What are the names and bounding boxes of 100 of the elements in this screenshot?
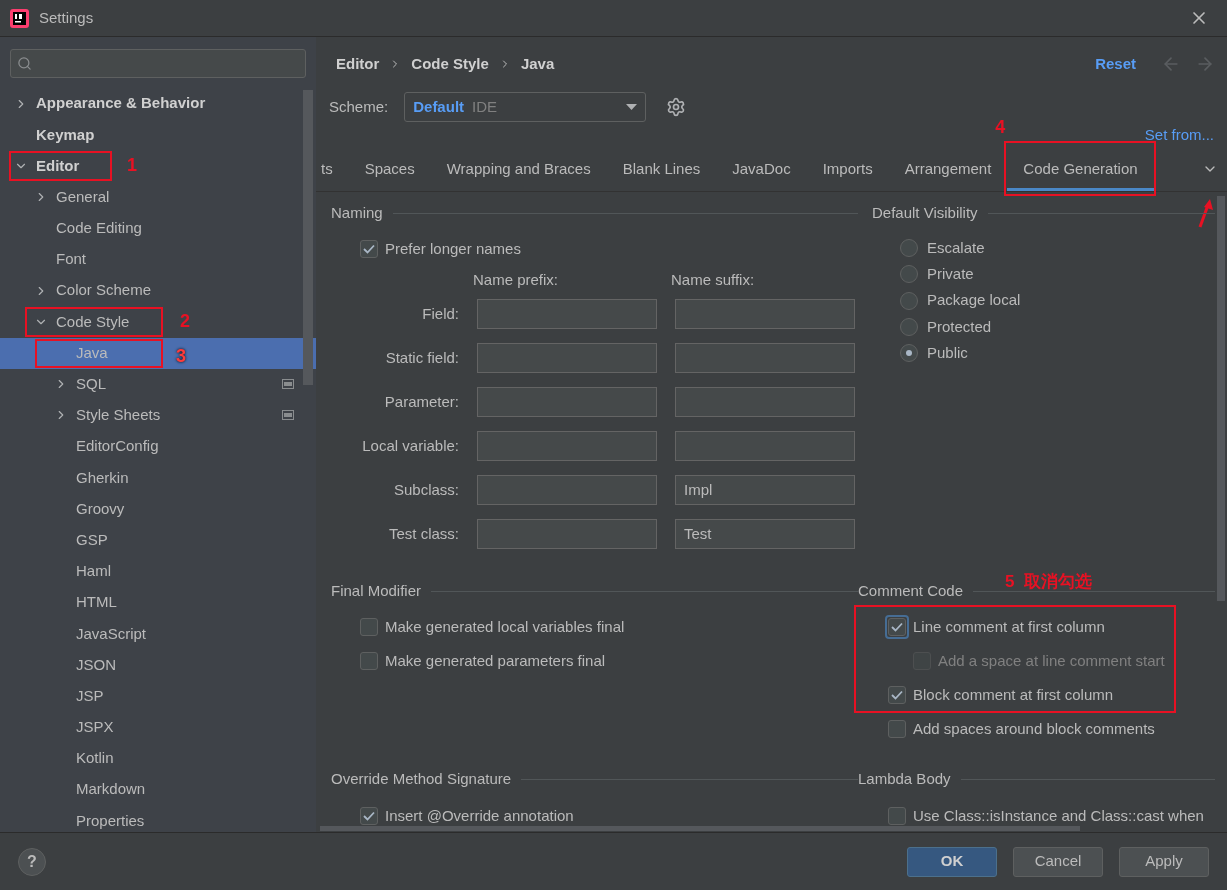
reset-link[interactable]: Reset xyxy=(1095,52,1136,76)
tree-item[interactable]: General xyxy=(0,181,114,213)
scrollbar[interactable] xyxy=(1217,196,1225,601)
radio-button[interactable] xyxy=(900,344,918,363)
set-from-link[interactable]: Set from... xyxy=(1144,123,1214,147)
field-label: Local variable: xyxy=(361,435,459,456)
tree-item-label: SQL xyxy=(76,374,106,395)
tree-item[interactable]: Font xyxy=(0,243,90,276)
tree-item-label: Properties xyxy=(76,810,145,831)
tab[interactable]: JavaDoc xyxy=(716,147,807,191)
prefix-input[interactable] xyxy=(477,343,657,373)
column-header: Name prefix: xyxy=(473,270,560,289)
dialog-button[interactable]: Apply xyxy=(1119,846,1209,877)
tree-item[interactable]: JSON xyxy=(0,649,120,681)
checkbox[interactable] xyxy=(888,686,906,704)
section-title: Default Visibility xyxy=(872,202,978,223)
scheme-dropdown[interactable]: Default IDE xyxy=(404,92,647,122)
ok-button[interactable]: OK xyxy=(907,846,997,877)
tree-item-label: General xyxy=(56,186,110,207)
tree-item[interactable]: Groovy xyxy=(0,493,129,525)
checkbox[interactable] xyxy=(360,240,378,258)
prefix-input[interactable] xyxy=(477,475,657,505)
breadcrumb-item[interactable]: Java xyxy=(520,52,555,76)
prefix-input[interactable] xyxy=(477,431,657,461)
field-label: Field: xyxy=(421,303,459,324)
dialog-button[interactable]: Cancel xyxy=(1013,846,1103,877)
tree-item[interactable]: JSPX xyxy=(0,711,118,743)
tree-item[interactable]: HTML xyxy=(0,587,121,619)
tab[interactable]: Code Generation xyxy=(1007,147,1154,191)
tree-item[interactable]: Code Style xyxy=(0,306,134,338)
prefix-input[interactable] xyxy=(477,387,657,417)
tree-item[interactable]: Code Editing xyxy=(0,212,146,244)
tree-item-label: Editor xyxy=(36,155,80,176)
tab[interactable]: ts xyxy=(316,147,349,191)
radio-button[interactable] xyxy=(900,265,918,284)
tree-item[interactable]: GSP xyxy=(0,524,112,556)
suffix-input[interactable] xyxy=(675,431,855,461)
scrollbar[interactable] xyxy=(303,90,313,385)
breadcrumb-item[interactable]: Editor xyxy=(336,52,380,76)
tree-item[interactable]: EditorConfig xyxy=(0,431,163,463)
tab[interactable]: Blank Lines xyxy=(606,147,717,191)
radio-button[interactable] xyxy=(900,239,918,258)
help-button[interactable]: ? xyxy=(18,847,46,876)
tree-item-label: Keymap xyxy=(36,124,95,145)
scheme-label: Scheme: xyxy=(329,96,389,117)
app-logo-icon xyxy=(10,8,29,28)
checkbox[interactable] xyxy=(888,807,906,825)
checkbox[interactable] xyxy=(360,807,378,825)
scrollbar[interactable] xyxy=(320,826,1080,831)
tab[interactable]: Arrangement xyxy=(888,147,1008,191)
checkbox[interactable] xyxy=(360,652,378,670)
search-icon xyxy=(17,56,32,71)
checkbox-label: Prefer longer names xyxy=(385,238,521,259)
settings-icon[interactable] xyxy=(666,97,687,117)
tree-item[interactable]: Appearance & Behavior xyxy=(0,88,210,120)
field-label: Static field: xyxy=(384,347,459,368)
tree-item-label: Font xyxy=(56,249,86,270)
radio-button[interactable] xyxy=(900,317,918,336)
suffix-input[interactable]: Impl xyxy=(675,475,855,505)
breadcrumb-item[interactable]: Code Style xyxy=(411,52,489,76)
checkbox[interactable] xyxy=(888,720,906,738)
tree-item[interactable]: Style Sheets xyxy=(0,399,165,432)
suffix-input[interactable]: Test xyxy=(675,519,855,549)
tree-item[interactable]: SQL xyxy=(0,368,110,400)
tree-item-label: Code Editing xyxy=(56,218,142,239)
checkbox[interactable] xyxy=(360,618,378,636)
suffix-input[interactable] xyxy=(675,299,855,329)
tree-item[interactable]: Editor xyxy=(0,150,84,182)
tree-item-label: Haml xyxy=(76,561,111,582)
checkmark-icon xyxy=(363,244,375,254)
tab[interactable]: Imports xyxy=(806,147,889,191)
tree-item[interactable]: Properties xyxy=(0,805,149,832)
tree-item-label: JSP xyxy=(76,685,104,706)
field-label: Subclass: xyxy=(392,479,459,500)
checkbox-label: Block comment at first column xyxy=(913,684,1114,705)
tree-item[interactable]: Kotlin xyxy=(0,742,118,775)
tree-item[interactable]: Keymap xyxy=(0,119,99,151)
annotation-number: 3 xyxy=(176,344,186,368)
tree-item[interactable]: Markdown xyxy=(0,774,150,806)
checkmark-icon xyxy=(891,690,903,700)
tree-item-label: Appearance & Behavior xyxy=(36,93,206,114)
radio-label: Escalate xyxy=(927,237,985,258)
tree-item[interactable]: JavaScript xyxy=(0,618,151,650)
tree-item-label: Color Scheme xyxy=(56,280,152,301)
suffix-input[interactable] xyxy=(675,343,855,373)
radio-button[interactable] xyxy=(900,291,918,310)
section-title: Final Modifier xyxy=(331,580,422,601)
tree-item[interactable]: Haml xyxy=(0,555,115,587)
tree-item[interactable]: Color Scheme xyxy=(0,275,156,307)
tab[interactable]: Wrapping and Braces xyxy=(430,147,607,191)
prefix-input[interactable] xyxy=(477,519,657,549)
search-field[interactable] xyxy=(10,49,306,78)
suffix-input[interactable] xyxy=(675,387,855,417)
tab[interactable]: Spaces xyxy=(348,147,431,191)
prefix-input[interactable] xyxy=(477,299,657,329)
checkbox-label: Use Class::isInstance and Class::cast when xyxy=(913,805,1204,826)
tree-item-label: Markdown xyxy=(76,779,146,800)
tree-item[interactable]: JSP xyxy=(0,680,108,712)
tree-item-label: Groovy xyxy=(76,498,125,519)
tree-item[interactable]: Gherkin xyxy=(0,462,133,494)
